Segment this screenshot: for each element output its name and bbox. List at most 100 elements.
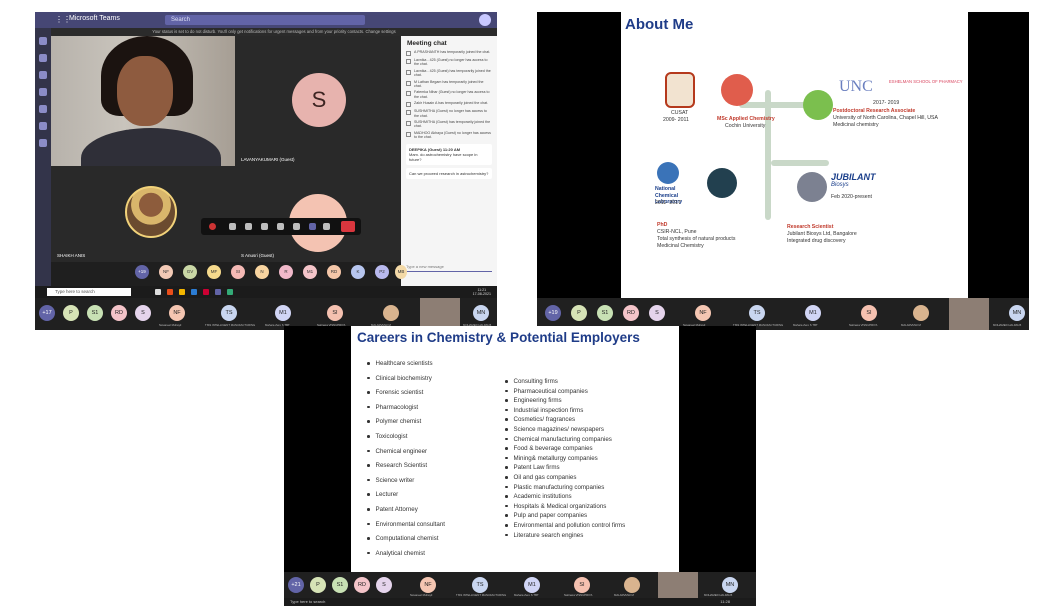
taskbar-search-input[interactable]: Type here to search — [47, 288, 131, 296]
video-tile-peach[interactable]: S Anusri (Guest) — [235, 166, 401, 262]
leave-call-button[interactable] — [341, 221, 355, 232]
activity-icon[interactable] — [39, 37, 47, 45]
chat-message: Can we proceed research in astrochemistr… — [406, 167, 492, 179]
participant-avatar[interactable]: MF — [207, 265, 221, 279]
camera-icon[interactable] — [229, 223, 236, 230]
more-options-icon[interactable] — [277, 223, 284, 230]
microphone-icon[interactable] — [245, 223, 252, 230]
participant-avatar[interactable]: N — [255, 265, 269, 279]
participant-avatar[interactable]: GV — [183, 265, 197, 279]
chat-message-text: Mam. do astrochemistry have scope in fut… — [409, 151, 478, 162]
chat-event: MADHOO Akhaya (Guest) no longer has acce… — [401, 130, 497, 141]
self-video-tile[interactable] — [658, 572, 698, 598]
participant-photo-avatar[interactable] — [624, 577, 640, 593]
record-icon[interactable] — [209, 223, 216, 230]
teams-icon[interactable] — [39, 71, 47, 79]
chat-event-icon — [406, 121, 411, 127]
participant-avatar[interactable]: MN — [722, 577, 738, 593]
app-icon[interactable] — [203, 289, 209, 295]
app-icon[interactable] — [227, 289, 233, 295]
participant-avatar[interactable]: TS — [472, 577, 488, 593]
participant-avatar[interactable]: S — [376, 577, 392, 593]
participant-avatar[interactable]: TS — [221, 305, 237, 321]
chat-message: DEEPIKA (Guest) 11:20 AM Mam. do astroch… — [406, 143, 492, 165]
list-item: Polymer chemist — [367, 418, 445, 433]
search-input[interactable]: Search — [165, 15, 365, 25]
participant-avatar[interactable]: P — [571, 305, 587, 321]
folder-icon[interactable] — [179, 289, 185, 295]
slide-title: Careers in Chemistry & Potential Employe… — [357, 330, 640, 345]
participant-avatar[interactable]: S1 — [597, 305, 613, 321]
participant-photo-avatar[interactable] — [383, 305, 399, 321]
participant-avatar[interactable]: M1 — [524, 577, 540, 593]
participant-avatar[interactable]: MB — [395, 265, 407, 279]
employers-list: Consulting firms Pharmaceutical companie… — [505, 378, 625, 541]
chat-compose-input[interactable]: Type a new message — [406, 264, 492, 272]
files-icon[interactable] — [39, 122, 47, 130]
list-item: Oil and gas companies — [505, 474, 625, 484]
overflow-participants-button[interactable]: +17 — [39, 305, 55, 321]
video-tile-man[interactable]: SHAIKH ANIS — [51, 166, 235, 262]
participant-avatar[interactable]: S — [649, 305, 665, 321]
participant-avatar[interactable]: S1 — [332, 577, 348, 593]
participant-avatar[interactable]: NF — [169, 305, 185, 321]
teams-icon[interactable] — [215, 289, 221, 295]
taskbar-search-input[interactable]: Type here to search — [290, 599, 325, 604]
participant-avatar[interactable]: K — [351, 265, 365, 279]
mail-icon[interactable] — [191, 289, 197, 295]
list-item: Pulp and paper companies — [505, 512, 625, 522]
calls-icon[interactable] — [39, 105, 47, 113]
participant-avatar[interactable]: MN — [1009, 305, 1025, 321]
list-item: Industrial inspection firms — [505, 407, 625, 417]
chat-panel-title: Meeting chat — [407, 40, 447, 47]
participant-avatar[interactable]: RD — [327, 265, 341, 279]
participant-avatar[interactable]: SI — [861, 305, 877, 321]
calendar-icon[interactable] — [39, 88, 47, 96]
browser-icon[interactable] — [167, 289, 173, 295]
overflow-participants-button[interactable]: +21 — [288, 577, 304, 593]
participant-avatar[interactable]: SI — [327, 305, 343, 321]
task-view-icon[interactable] — [155, 289, 161, 295]
list-item: Pharmacologist — [367, 404, 445, 419]
overflow-participants-button[interactable]: +19 — [545, 305, 561, 321]
participant-avatar[interactable]: S — [135, 305, 151, 321]
participant-name: MALARVIZHI M — [901, 323, 921, 327]
unc-logo: UNC — [839, 78, 873, 95]
self-video-tile[interactable] — [949, 298, 989, 330]
participant-avatar[interactable]: SI — [574, 577, 590, 593]
participant-avatar[interactable]: P2 — [375, 265, 389, 279]
chat-toggle-icon[interactable] — [309, 223, 316, 230]
overflow-participants-button[interactable]: +19 — [135, 265, 149, 279]
participant-name: Navaneel Muhayil — [159, 323, 182, 327]
meeting-controls — [201, 218, 361, 235]
chat-icon[interactable] — [39, 54, 47, 62]
participant-avatar[interactable]: RD — [354, 577, 370, 593]
chat-event-icon — [406, 131, 411, 137]
postdoc-place: University of North Carolina, Chapel Hil… — [833, 115, 938, 121]
participant-avatar[interactable]: RD — [111, 305, 127, 321]
participant-avatar[interactable]: P — [310, 577, 326, 593]
participant-avatar[interactable]: TS — [749, 305, 765, 321]
participant-avatar[interactable]: MN — [473, 305, 489, 321]
participant-avatar[interactable]: M1 — [303, 265, 317, 279]
avatar[interactable] — [479, 14, 491, 26]
participant-avatar[interactable]: M1 — [805, 305, 821, 321]
participant-avatar[interactable]: R — [279, 265, 293, 279]
participant-avatar[interactable]: S1 — [87, 305, 103, 321]
participant-photo-avatar[interactable] — [913, 305, 929, 321]
participant-avatar[interactable]: RD — [623, 305, 639, 321]
participant-avatar[interactable]: NF — [695, 305, 711, 321]
participant-avatar[interactable]: SI — [231, 265, 245, 279]
participant-name: TISS INTELLIGENT MANUFACTURING — [456, 593, 507, 597]
participant-avatar[interactable]: M1 — [275, 305, 291, 321]
video-tile-s[interactable]: S LAVANYAKUMARI (Guest) — [235, 36, 401, 166]
list-item: Consulting firms — [505, 378, 625, 388]
video-tile-speaker[interactable] — [51, 36, 235, 166]
share-screen-icon[interactable] — [261, 223, 268, 230]
participants-icon[interactable] — [323, 223, 330, 230]
raise-hand-icon[interactable] — [293, 223, 300, 230]
participant-avatar[interactable]: NF — [159, 265, 173, 279]
participant-avatar[interactable]: NF — [420, 577, 436, 593]
more-apps-icon[interactable] — [39, 139, 47, 147]
participant-avatar[interactable]: P — [63, 305, 79, 321]
